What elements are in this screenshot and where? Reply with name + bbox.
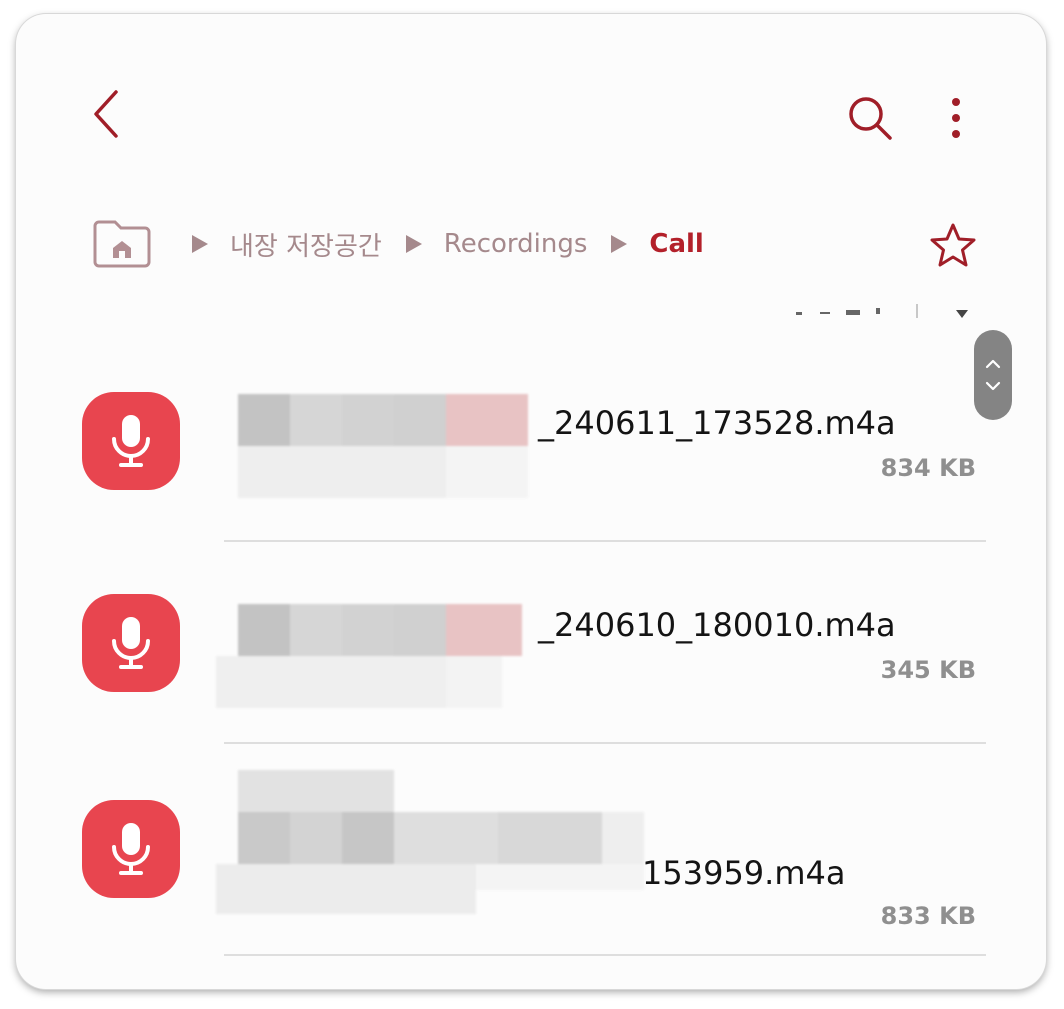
sort-header-partial[interactable] xyxy=(776,300,976,320)
breadcrumb-separator-icon xyxy=(607,233,629,255)
file-name: _240610_180010.m4a xyxy=(538,606,896,644)
breadcrumb-separator-icon xyxy=(402,233,424,255)
voice-recording-icon xyxy=(82,800,180,898)
list-divider xyxy=(224,954,986,956)
search-button[interactable] xyxy=(840,88,900,148)
breadcrumb: 내장 저장공간 Recordings Call xyxy=(90,214,990,274)
breadcrumb-item-call: Call xyxy=(649,229,704,259)
file-name: 153959.m4a xyxy=(642,854,846,892)
list-divider xyxy=(224,742,986,744)
breadcrumb-item-internal-storage[interactable]: 내장 저장공간 xyxy=(230,226,382,263)
back-button[interactable] xyxy=(78,86,134,142)
more-vertical-icon xyxy=(952,98,960,138)
list-item[interactable]: _240610_180010.m4a 345 KB xyxy=(16,586,1046,746)
home-folder-button[interactable] xyxy=(90,216,154,272)
file-name: _240611_173528.m4a xyxy=(538,404,896,442)
list-item[interactable]: 153959.m4a 833 KB xyxy=(16,770,1046,960)
list-item[interactable]: _240611_173528.m4a 834 KB xyxy=(16,384,1046,544)
home-folder-icon xyxy=(93,220,151,268)
file-size: 833 KB xyxy=(880,902,976,930)
star-outline-icon xyxy=(930,223,976,267)
file-browser-window: 내장 저장공간 Recordings Call _240611_173528.m… xyxy=(16,14,1046,989)
more-options-button[interactable] xyxy=(934,88,978,148)
list-divider xyxy=(224,540,986,542)
favorite-button[interactable] xyxy=(928,220,978,270)
redacted-name-block xyxy=(216,604,522,708)
search-icon xyxy=(849,97,892,140)
redacted-name-block xyxy=(216,770,646,920)
breadcrumb-item-recordings[interactable]: Recordings xyxy=(444,229,588,259)
voice-recording-icon xyxy=(82,392,180,490)
redacted-name-block xyxy=(238,394,528,498)
voice-recording-icon xyxy=(82,594,180,692)
file-size: 834 KB xyxy=(880,454,976,482)
top-app-bar xyxy=(16,14,1046,204)
breadcrumb-separator-icon xyxy=(188,233,210,255)
chevron-up-icon xyxy=(985,359,1001,369)
chevron-left-icon xyxy=(94,90,118,138)
file-size: 345 KB xyxy=(880,656,976,684)
